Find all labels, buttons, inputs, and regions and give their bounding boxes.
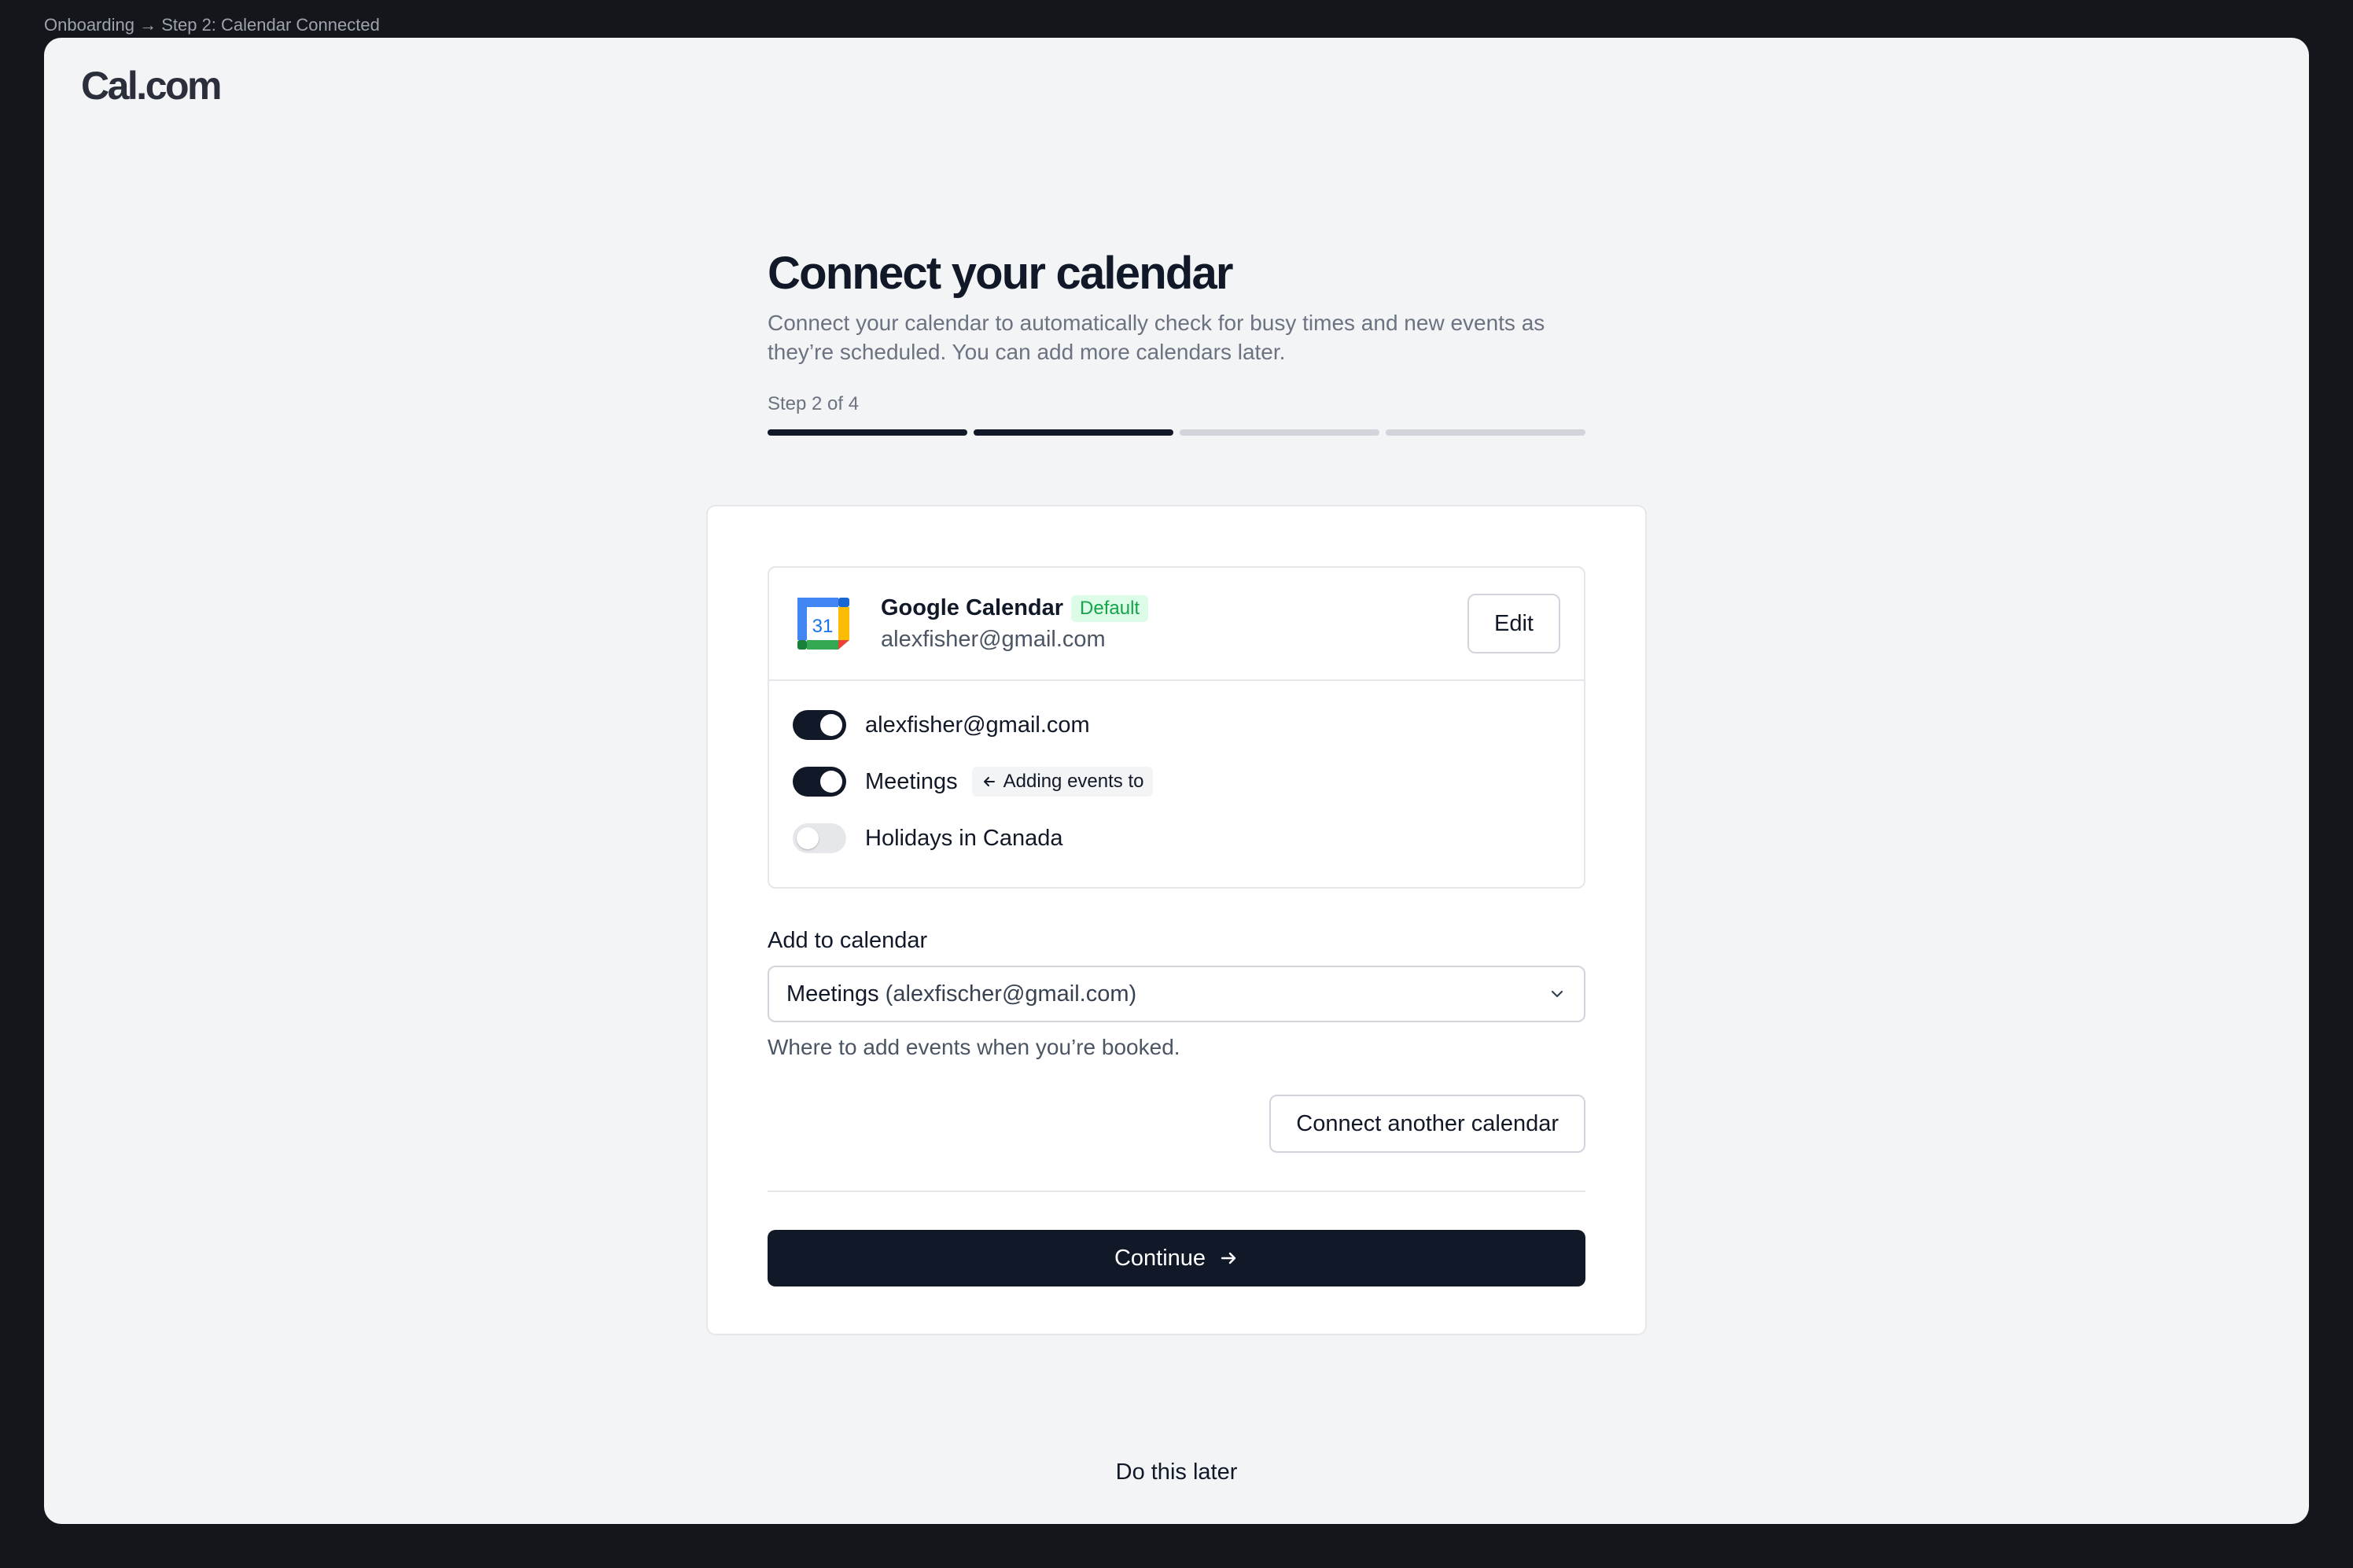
header-section: Connect your calendar Connect your calen… bbox=[768, 242, 1585, 436]
calendar-toggle-account[interactable] bbox=[793, 710, 846, 740]
arrow-left-icon bbox=[983, 777, 995, 786]
chevron-down-icon bbox=[1551, 990, 1563, 998]
divider bbox=[768, 1191, 1585, 1192]
page-subtitle: Connect your calendar to automatically c… bbox=[768, 311, 1545, 364]
destination-calendar-select[interactable]: Meetings (alexfischer@gmail.com) bbox=[768, 966, 1585, 1022]
calendar-item-label: Meetings bbox=[865, 768, 958, 794]
calendar-item-holidays: Holidays in Canada bbox=[793, 810, 1560, 867]
progress-segment bbox=[768, 429, 967, 436]
calendar-list: alexfisher@gmail.com Meetings Adding eve… bbox=[769, 681, 1584, 887]
calendar-item-account: alexfisher@gmail.com bbox=[793, 697, 1560, 753]
continue-label: Continue bbox=[1114, 1245, 1206, 1271]
progress-segment bbox=[1180, 429, 1379, 436]
progress-segment bbox=[1386, 429, 1585, 436]
adding-events-label: Adding events to bbox=[1003, 771, 1144, 792]
arrow-right-icon bbox=[1221, 1252, 1236, 1264]
do-this-later-link[interactable]: Do this later bbox=[1116, 1459, 1238, 1485]
calendar-item-label: alexfisher@gmail.com bbox=[865, 712, 1090, 738]
breadcrumb: Onboarding → Step 2: Calendar Connected bbox=[44, 15, 380, 35]
google-calendar-icon: 31 bbox=[797, 598, 849, 650]
calendar-card: 31 Google Calendar Default alexfisher@gm… bbox=[706, 505, 1647, 1335]
svg-text:31: 31 bbox=[812, 616, 834, 637]
destination-hint: Where to add events when you’re booked. bbox=[768, 1035, 1180, 1059]
add-to-calendar-label: Add to calendar bbox=[768, 928, 928, 953]
adding-events-badge: Adding events to bbox=[971, 767, 1154, 797]
progress-bar bbox=[768, 429, 1585, 436]
logo: Cal.com bbox=[81, 64, 223, 108]
calendar-provider-name: Google Calendar bbox=[881, 595, 1064, 620]
connect-another-calendar-button[interactable]: Connect another calendar bbox=[1269, 1095, 1585, 1153]
select-value: Meetings bbox=[786, 981, 879, 1007]
select-value-email: (alexfischer@gmail.com) bbox=[885, 981, 1137, 1007]
calendar-account-email: alexfisher@gmail.com bbox=[881, 626, 1106, 652]
calendar-header: 31 Google Calendar Default alexfisher@gm… bbox=[769, 568, 1584, 681]
calendar-item-meetings: Meetings Adding events to bbox=[793, 753, 1560, 810]
calendar-toggle-holidays[interactable] bbox=[793, 823, 846, 853]
step-label: Step 2 of 4 bbox=[768, 393, 860, 414]
onboarding-window: Cal.com Connect your calendar Connect yo… bbox=[44, 38, 2309, 1524]
calendar-toggle-meetings[interactable] bbox=[793, 767, 846, 797]
continue-button[interactable]: Continue bbox=[768, 1230, 1585, 1286]
progress-segment bbox=[974, 429, 1173, 436]
default-badge: Default bbox=[1071, 594, 1149, 622]
page-title: Connect your calendar bbox=[768, 248, 1233, 299]
edit-button[interactable]: Edit bbox=[1467, 594, 1560, 653]
calendar-item-label: Holidays in Canada bbox=[865, 825, 1063, 851]
connected-calendar: 31 Google Calendar Default alexfisher@gm… bbox=[768, 566, 1585, 889]
